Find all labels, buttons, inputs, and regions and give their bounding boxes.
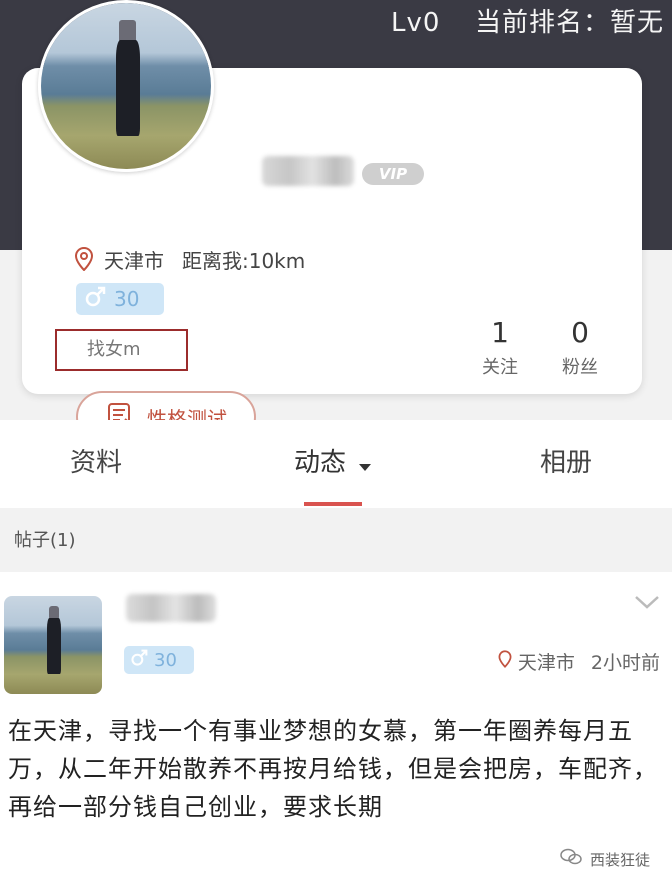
followers-label: 粉丝: [562, 357, 598, 378]
location-row: 天津市 距离我:10km: [74, 244, 305, 274]
post-author-avatar[interactable]: [4, 596, 102, 694]
rank-label: 当前排名：暂无: [474, 8, 664, 38]
posts-section-label: 帖子(1): [14, 530, 76, 551]
chevron-down-icon[interactable]: [634, 594, 660, 614]
city-label: 天津市: [104, 248, 164, 273]
following-count: 1: [491, 316, 509, 349]
tab-posts-label: 动态: [294, 448, 347, 478]
username-blurred: [262, 156, 354, 186]
post-content: 在天津，寻找一个有事业梦想的女慕，第一年圈养每月五万，从二年开始散养不再按月给钱…: [8, 717, 658, 821]
active-tab-indicator: [304, 502, 362, 506]
following-label: 关注: [482, 357, 518, 378]
followers-count: 0: [571, 316, 589, 349]
profile-tag: 找女m: [55, 329, 188, 371]
caret-down-icon: [358, 449, 372, 479]
following-stat[interactable]: 1 关注: [470, 316, 530, 379]
location-pin-icon: [74, 247, 94, 271]
rank-info: Lv0 当前排名：暂无: [391, 2, 664, 39]
tab-posts[interactable]: 动态: [294, 442, 372, 479]
wechat-icon: [560, 848, 582, 870]
post-city: 天津市: [517, 652, 575, 674]
post-meta: 天津市 2小时前: [498, 648, 660, 675]
age-label: 30: [114, 287, 140, 311]
level-label: Lv0: [391, 8, 441, 38]
gender-age-badge: 30: [76, 283, 164, 315]
followers-stat[interactable]: 0 粉丝: [550, 316, 610, 379]
post-card[interactable]: 30 天津市 2小时前 在天津，寻找一个有事业梦想的女慕，第一年圈养每月五万，从…: [0, 572, 672, 884]
post-author-name-blurred: [126, 594, 216, 622]
vip-badge: VIP: [362, 163, 424, 185]
post-gender-age-badge: 30: [124, 646, 194, 674]
distance-label: 距离我:10km: [182, 248, 306, 273]
tab-album[interactable]: 相册: [540, 442, 592, 479]
tab-info[interactable]: 资料: [70, 442, 122, 479]
watermark: 西装狂徒: [560, 848, 650, 870]
profile-tabs: 资料 动态 相册: [0, 420, 672, 508]
post-age-label: 30: [154, 649, 177, 671]
profile-avatar[interactable]: [38, 0, 214, 172]
male-icon: [130, 649, 148, 672]
post-time: 2小时前: [590, 652, 660, 674]
male-icon: [84, 286, 106, 313]
location-pin-icon: [498, 650, 512, 673]
watermark-text: 西装狂徒: [589, 850, 650, 869]
